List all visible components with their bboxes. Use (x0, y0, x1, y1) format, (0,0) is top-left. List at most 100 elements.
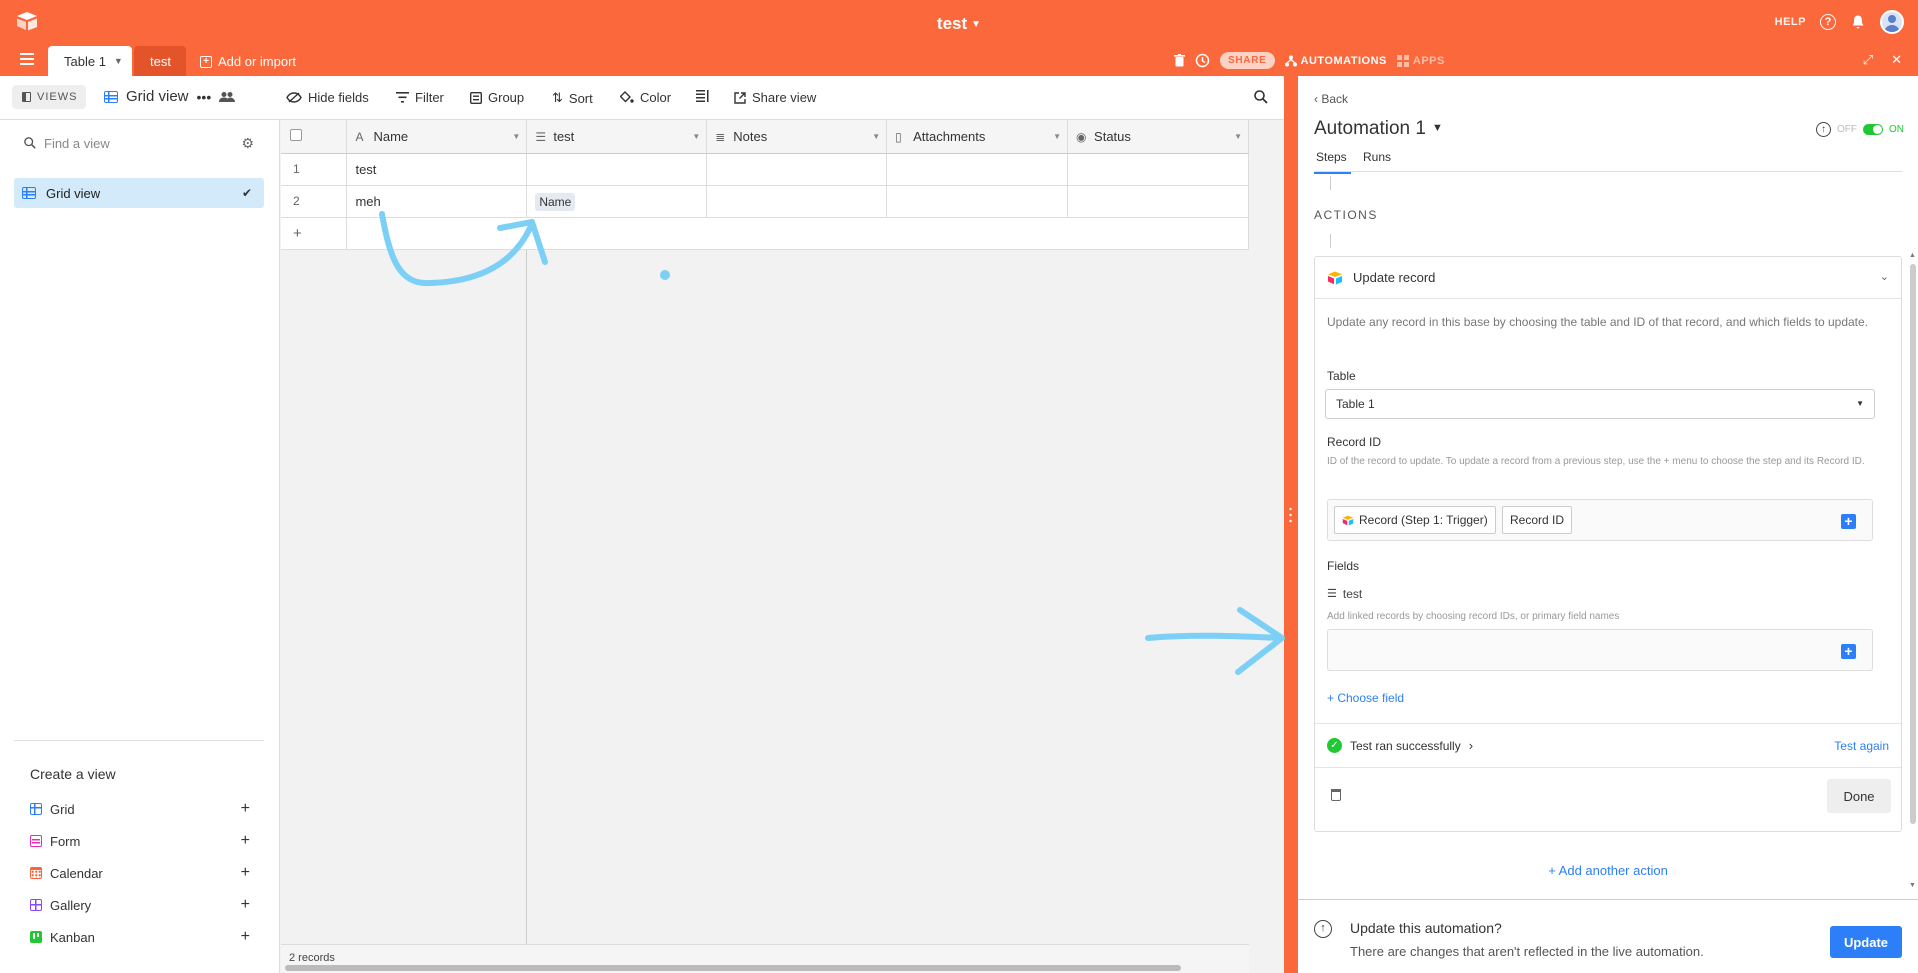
views-button[interactable]: VIEWS (12, 85, 86, 109)
bell-icon[interactable] (1850, 14, 1866, 30)
plus-icon[interactable]: + (241, 928, 250, 946)
insert-token-plus-icon[interactable]: + (1841, 514, 1856, 529)
record-step-token[interactable]: Record (Step 1: Trigger) (1334, 506, 1496, 534)
filter-button[interactable]: Filter (396, 90, 444, 105)
insert-token-plus-icon[interactable]: + (1841, 644, 1856, 659)
back-link[interactable]: ‹ Back (1314, 92, 1348, 106)
more-icon[interactable]: ••• (197, 89, 212, 105)
scroll-up-icon[interactable]: ▲ (1909, 252, 1916, 259)
row-height-button[interactable] (696, 90, 709, 102)
chevron-down-icon[interactable]: ▼ (512, 132, 520, 141)
trash-icon[interactable] (1331, 789, 1341, 801)
gear-icon[interactable]: ⚙ (241, 135, 254, 152)
scroll-down-icon[interactable]: ▼ (1909, 882, 1916, 889)
chevron-down-icon[interactable]: ▼ (114, 56, 123, 66)
tab-table-1[interactable]: Table 1 ▼ (48, 46, 132, 76)
update-button[interactable]: Update (1830, 926, 1902, 958)
trash-icon[interactable] (1174, 54, 1185, 67)
cell-status[interactable] (1067, 153, 1249, 186)
table-select[interactable]: Table 1 ▼ (1325, 389, 1875, 419)
automation-toggle[interactable]: ↑ OFF ON (1816, 122, 1904, 137)
drag-handle-icon[interactable] (1289, 506, 1292, 526)
search-icon[interactable] (1254, 90, 1268, 104)
chevron-down-icon[interactable]: ▼ (1234, 132, 1242, 141)
chevron-down-icon[interactable]: ▼ (692, 132, 700, 141)
cell-notes[interactable] (706, 185, 888, 218)
history-icon[interactable] (1195, 53, 1210, 68)
plus-icon[interactable]: + (241, 896, 250, 914)
create-form-view[interactable]: Form + (30, 831, 260, 851)
sidebar-item-grid-view[interactable]: Grid view ✔ (14, 178, 264, 208)
close-icon[interactable]: ✕ (1891, 52, 1902, 68)
hide-fields-button[interactable]: Hide fields (286, 90, 369, 105)
column-header-status[interactable]: ◉ Status ▼ (1067, 120, 1249, 154)
share-view-button[interactable]: Share view (734, 90, 816, 105)
create-gallery-view[interactable]: Gallery + (30, 895, 260, 915)
plus-icon[interactable]: + (241, 864, 250, 882)
view-switcher[interactable]: Grid view ••• (104, 88, 236, 105)
cell-attachments[interactable] (886, 153, 1069, 186)
find-view-search[interactable]: Find a view ⚙ (14, 130, 264, 156)
linked-records-input[interactable]: + (1327, 629, 1873, 671)
record-id-input[interactable]: Record (Step 1: Trigger) Record ID + (1327, 499, 1873, 541)
color-button[interactable]: Color (620, 90, 671, 105)
cell-attachments[interactable] (886, 185, 1069, 218)
chevron-down-icon[interactable]: ▼ (1053, 132, 1061, 141)
cell-name[interactable]: meh (346, 185, 528, 218)
scroll-thumb[interactable] (1910, 264, 1916, 824)
add-row-button[interactable]: + (281, 217, 348, 250)
automation-title[interactable]: Automation 1 ▼ (1314, 118, 1443, 140)
plus-icon[interactable]: + (241, 832, 250, 850)
share-button[interactable]: SHARE (1220, 52, 1275, 69)
chevron-down-icon[interactable]: ⌄ (1880, 270, 1889, 283)
group-button[interactable]: Group (470, 90, 524, 105)
automations-button[interactable]: AUTOMATIONS (1284, 55, 1387, 67)
sort-button[interactable]: ⇅ Sort (552, 90, 593, 106)
view-toolbar: VIEWS Grid view ••• Hide fields Filter G… (0, 76, 1284, 120)
base-title[interactable]: test ▼ (0, 14, 1918, 34)
chevron-down-icon[interactable]: ▼ (872, 132, 880, 141)
test-again-link[interactable]: Test again (1834, 739, 1889, 753)
hamburger-menu-icon[interactable] (20, 53, 34, 65)
collaborators-icon[interactable] (219, 91, 236, 103)
avatar[interactable] (1880, 10, 1904, 34)
create-grid-view[interactable]: Grid + (30, 799, 260, 819)
select-all-checkbox[interactable] (281, 120, 348, 154)
column-header-attachments[interactable]: ▯ Attachments ▼ (886, 120, 1069, 154)
table-row[interactable]: 1 test (281, 153, 1249, 186)
add-or-import-button[interactable]: + Add or import (200, 54, 296, 69)
help-icon[interactable]: ? (1820, 14, 1836, 30)
tab-runs[interactable]: Runs (1363, 150, 1391, 164)
test-status[interactable]: Test ran successfully (1350, 739, 1461, 753)
row-height-icon (696, 90, 709, 102)
record-id-token[interactable]: Record ID (1502, 506, 1573, 534)
column-header-notes[interactable]: ≣ Notes ▼ (706, 120, 888, 154)
linked-record-pill[interactable]: Name (535, 192, 576, 211)
tab-steps[interactable]: Steps (1314, 150, 1351, 174)
create-kanban-view[interactable]: Kanban + (30, 927, 260, 947)
create-calendar-view[interactable]: Calendar + (30, 863, 260, 883)
chevron-right-icon[interactable]: › (1469, 738, 1473, 753)
cell-notes[interactable] (706, 153, 888, 186)
horizontal-scrollbar[interactable] (285, 965, 1181, 971)
toggle-switch[interactable] (1863, 124, 1883, 135)
done-button[interactable]: Done (1827, 779, 1891, 813)
add-row[interactable]: + (281, 217, 1249, 250)
action-header[interactable]: Update record ⌄ (1315, 257, 1901, 299)
linked-record-icon: ☰ (1327, 588, 1337, 600)
cell-test[interactable]: Name (526, 185, 708, 218)
choose-field-link[interactable]: + Choose field (1327, 691, 1404, 705)
cell-status[interactable] (1067, 185, 1249, 218)
add-another-action-button[interactable]: + Add another action (1298, 863, 1918, 878)
help-label[interactable]: HELP (1775, 16, 1806, 28)
cell-name[interactable]: test (346, 153, 528, 186)
table-row[interactable]: 2 meh Name (281, 185, 1249, 218)
cell-test[interactable] (526, 153, 708, 186)
apps-button[interactable]: APPS (1396, 54, 1445, 67)
panel-scrollbar[interactable]: ▲ ▼ (1908, 174, 1918, 894)
plus-icon[interactable]: + (241, 800, 250, 818)
column-header-test[interactable]: ☰ test ▼ (526, 120, 708, 154)
column-header-name[interactable]: A Name ▼ (346, 120, 528, 154)
tab-test[interactable]: test (134, 46, 186, 76)
expand-icon[interactable]: ⤢ (1863, 52, 1873, 68)
